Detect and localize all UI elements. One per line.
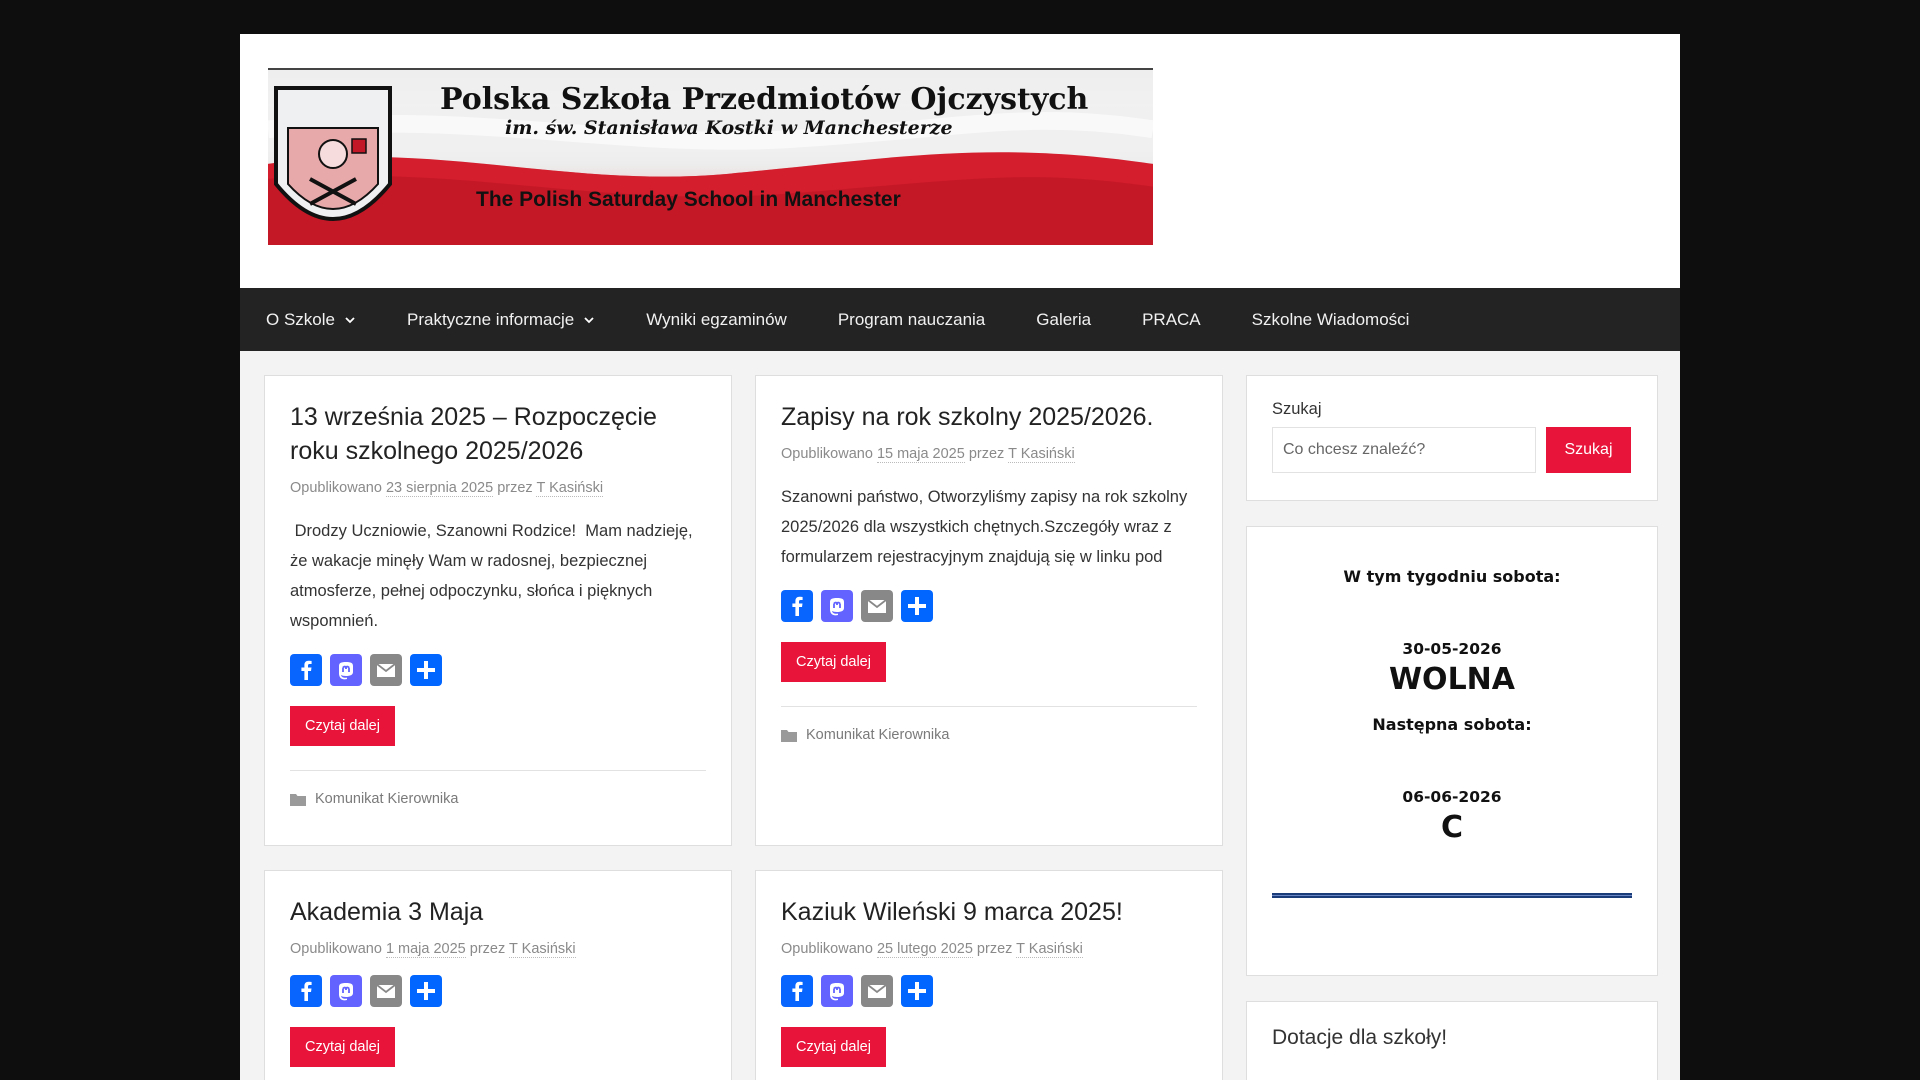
- post-card: 13 września 2025 – Rozpoczęcie roku szko…: [264, 375, 732, 846]
- donations-widget: Dotacje dla szkoły!: [1246, 1001, 1658, 1080]
- meta-by: przez: [497, 480, 533, 496]
- chevron-down-icon: [345, 316, 355, 323]
- this-saturday-date: 30-05-2026: [1402, 640, 1502, 658]
- banner-title: Polska Szkoła Przedmiotów Ojczystych: [440, 82, 1089, 117]
- post-excerpt: Szanowni państwo, Otworzyliśmy zapisy na…: [781, 488, 1188, 566]
- meta-prefix: Opublikowano: [290, 480, 382, 496]
- share-icon[interactable]: [901, 590, 933, 622]
- post-date-link[interactable]: 25 lutego 2025: [876, 941, 973, 958]
- nav-item-wyniki-egzaminow[interactable]: Wyniki egzaminów: [646, 310, 787, 330]
- divider-bar: [1272, 893, 1632, 898]
- post-date-link[interactable]: 1 maja 2025: [385, 941, 466, 958]
- page: Polska Szkoła Przedmiotów Ojczystych im.…: [240, 34, 1680, 1080]
- mastodon-icon[interactable]: [821, 975, 853, 1007]
- meta-by: przez: [968, 446, 1005, 462]
- mastodon-icon[interactable]: [330, 654, 362, 686]
- site-header: Polska Szkoła Przedmiotów Ojczystych im.…: [240, 34, 1680, 288]
- email-icon[interactable]: [861, 975, 893, 1007]
- share-icon[interactable]: [901, 975, 933, 1007]
- site-banner-logo[interactable]: Polska Szkoła Przedmiotów Ojczystych im.…: [268, 68, 1153, 245]
- facebook-icon[interactable]: [781, 590, 813, 622]
- meta-prefix: Opublikowano: [781, 941, 873, 957]
- post-author-link[interactable]: T Kasiński: [536, 480, 604, 497]
- post-meta: Opublikowano 1 maja 2025 przez T Kasińsk…: [290, 941, 706, 958]
- post-author-link[interactable]: T Kasiński: [1016, 941, 1083, 958]
- main-navigation: O Szkole Praktyczne informacje Wyniki eg…: [240, 288, 1680, 351]
- post-title[interactable]: 13 września 2025 – Rozpoczęcie roku szko…: [290, 400, 706, 468]
- facebook-icon[interactable]: [290, 654, 322, 686]
- saturday-status-widget: W tym tygodniu sobota: 30-05-2026 WOLNA …: [1246, 526, 1658, 976]
- email-icon[interactable]: [370, 975, 402, 1007]
- folder-icon: [781, 729, 797, 742]
- email-icon[interactable]: [861, 590, 893, 622]
- this-week-label: W tym tygodniu sobota:: [1343, 567, 1561, 586]
- post-date-link[interactable]: 15 maja 2025: [876, 446, 965, 463]
- share-buttons: [290, 975, 706, 1007]
- nav-item-szkolne-wiadomosci[interactable]: Szkolne Wiadomości: [1252, 310, 1410, 330]
- nav-item-galeria[interactable]: Galeria: [1036, 310, 1091, 330]
- nav-item-program-nauczania[interactable]: Program nauczania: [838, 310, 985, 330]
- banner-english-title: The Polish Saturday School in Manchester: [476, 188, 901, 211]
- meta-by: przez: [469, 941, 506, 957]
- facebook-icon[interactable]: [781, 975, 813, 1007]
- this-saturday-status: WOLNA: [1388, 662, 1516, 697]
- chevron-down-icon: [584, 316, 594, 323]
- share-icon[interactable]: [410, 654, 442, 686]
- search-input[interactable]: [1272, 427, 1536, 473]
- nav-item-praktyczne-informacje[interactable]: Praktyczne informacje: [407, 310, 595, 330]
- post-meta: Opublikowano 25 lutego 2025 przez T Kasi…: [781, 941, 1197, 958]
- read-more-button[interactable]: Czytaj dalej: [290, 1027, 395, 1067]
- search-label: Szukaj: [1272, 400, 1322, 418]
- donations-title: Dotacje dla szkoły!: [1272, 1026, 1448, 1049]
- post-meta: Opublikowano 15 maja 2025 przez T Kasińs…: [781, 446, 1197, 463]
- next-saturday-status: C: [1440, 810, 1464, 845]
- next-saturday-label: Następna sobota:: [1372, 715, 1532, 734]
- meta-prefix: Opublikowano: [290, 941, 382, 957]
- post-date-link[interactable]: 23 sierpnia 2025: [385, 480, 494, 497]
- school-crest-icon: [274, 86, 392, 221]
- read-more-button[interactable]: Czytaj dalej: [781, 1027, 886, 1067]
- nav-item-o-szkole[interactable]: O Szkole: [266, 310, 356, 330]
- post-author-link[interactable]: T Kasiński: [509, 941, 576, 958]
- post-title[interactable]: Akademia 3 Maja: [290, 895, 706, 929]
- nav-item-label: O Szkole: [266, 309, 335, 329]
- post-card: Kaziuk Wileński 9 marca 2025! Opublikowa…: [755, 870, 1223, 1080]
- nav-item-praca[interactable]: PRACA: [1142, 310, 1201, 330]
- search-widget: Szukaj Szukaj: [1246, 375, 1658, 501]
- meta-prefix: Opublikowano: [781, 446, 873, 462]
- next-saturday-date: 06-06-2026: [1402, 788, 1502, 806]
- mastodon-icon[interactable]: [330, 975, 362, 1007]
- search-form: Szukaj: [1272, 427, 1632, 473]
- read-more-button[interactable]: Czytaj dalej: [781, 642, 886, 682]
- post-category: Komunikat Kierownika: [290, 770, 706, 807]
- banner-subtitle: im. św. Stanisława Kostki w Manchesterze: [505, 117, 953, 139]
- share-buttons: [781, 590, 1197, 622]
- post-card: Zapisy na rok szkolny 2025/2026. Opublik…: [755, 375, 1223, 846]
- post-title[interactable]: Kaziuk Wileński 9 marca 2025!: [781, 895, 1197, 929]
- nav-item-label: Praktyczne informacje: [406, 309, 575, 329]
- read-more-button[interactable]: Czytaj dalej: [290, 706, 395, 746]
- search-button[interactable]: Szukaj: [1546, 427, 1631, 473]
- facebook-icon[interactable]: [290, 975, 322, 1007]
- folder-icon: [290, 793, 306, 806]
- post-title[interactable]: Zapisy na rok szkolny 2025/2026.: [781, 400, 1197, 434]
- share-buttons: [290, 654, 706, 686]
- category-link[interactable]: Komunikat Kierownika: [315, 791, 458, 807]
- share-buttons: [781, 975, 1197, 1007]
- mastodon-icon[interactable]: [821, 590, 853, 622]
- post-excerpt: Drodzy Uczniowie, Szanowni Rodzice! Mam …: [290, 522, 698, 630]
- post-category: Komunikat Kierownika: [781, 706, 1197, 743]
- post-author-link[interactable]: T Kasiński: [1008, 446, 1075, 463]
- post-meta: Opublikowano 23 sierpnia 2025 przez T Ka…: [290, 480, 706, 497]
- meta-by: przez: [976, 941, 1013, 957]
- post-card: Akademia 3 Maja Opublikowano 1 maja 2025…: [264, 870, 732, 1080]
- category-link[interactable]: Komunikat Kierownika: [806, 727, 949, 743]
- email-icon[interactable]: [370, 654, 402, 686]
- share-icon[interactable]: [410, 975, 442, 1007]
